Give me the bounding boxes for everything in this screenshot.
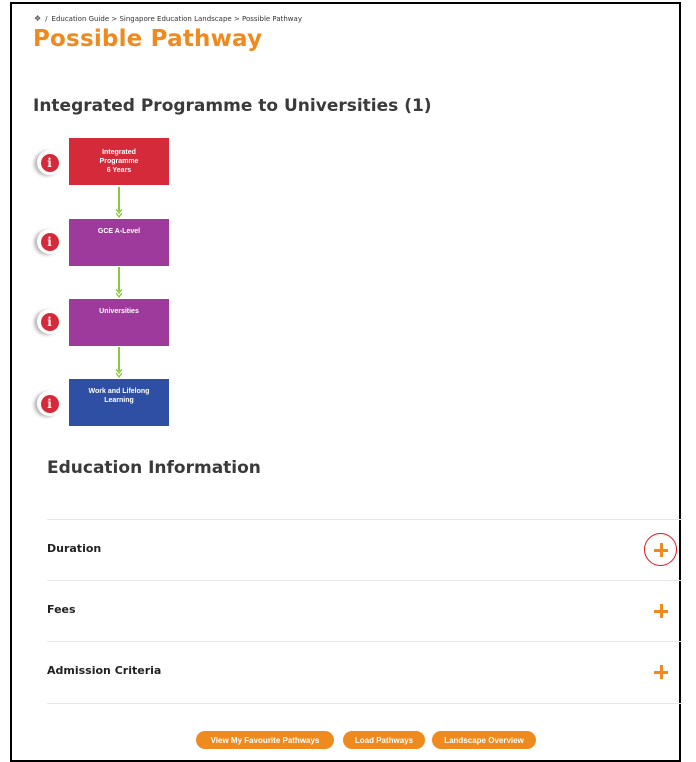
pathway-heading: Integrated Programme to Universities (1) [33, 96, 432, 116]
pathway-connector [116, 347, 122, 379]
breadcrumb-separator: / [45, 14, 48, 23]
accordion-label-admission-criteria[interactable]: Admission Criteria [47, 664, 161, 677]
accordion-label-duration[interactable]: Duration [47, 542, 101, 555]
divider [47, 519, 683, 520]
view-favourite-pathways-button[interactable]: View My Favourite Pathways [196, 731, 334, 749]
step-line: 6 Years [106, 167, 132, 174]
pathway-connector [116, 267, 122, 299]
divider [47, 580, 683, 581]
step-line: Programme [99, 158, 139, 165]
step-line: Integrated [102, 149, 136, 156]
step-line: Universities [99, 308, 139, 315]
accordion-label-fees[interactable]: Fees [47, 603, 76, 616]
info-button-universities[interactable]: i [37, 309, 62, 334]
step-line: Work and Lifelong [88, 388, 150, 395]
pathway-step-work-lifelong-learning[interactable]: Work and Lifelong Learning [69, 379, 169, 426]
pathway-step-universities[interactable]: Universities [69, 299, 169, 346]
divider [47, 641, 683, 642]
step-line: GCE A-Level [97, 228, 141, 235]
pathway-step-integrated-programme[interactable]: Integrated Programme 6 Years [69, 138, 169, 185]
breadcrumb-path[interactable]: Education Guide > Singapore Education La… [52, 15, 302, 23]
page-title: Possible Pathway [33, 26, 263, 52]
info-icon: i [40, 394, 59, 413]
info-icon: i [40, 232, 59, 251]
education-info-heading: Education Information [47, 458, 261, 478]
step-line: Learning [104, 397, 134, 404]
info-button-integrated-programme[interactable]: i [37, 150, 62, 175]
info-button-gce-a-level[interactable]: i [37, 229, 62, 254]
landscape-overview-button[interactable]: Landscape Overview [432, 731, 536, 749]
info-icon: i [40, 312, 59, 331]
highlight-circle [644, 533, 677, 566]
pathway-connector [116, 187, 122, 219]
plus-icon[interactable] [654, 604, 668, 618]
home-icon[interactable]: ❖ [34, 14, 41, 23]
info-icon: i [40, 153, 59, 172]
divider [47, 703, 683, 704]
plus-icon[interactable] [654, 665, 668, 679]
breadcrumb: ❖ / Education Guide > Singapore Educatio… [34, 14, 302, 23]
pathway-step-gce-a-level[interactable]: GCE A-Level [69, 219, 169, 266]
load-pathways-button[interactable]: Load Pathways [343, 731, 425, 749]
info-button-work-lifelong-learning[interactable]: i [37, 391, 62, 416]
